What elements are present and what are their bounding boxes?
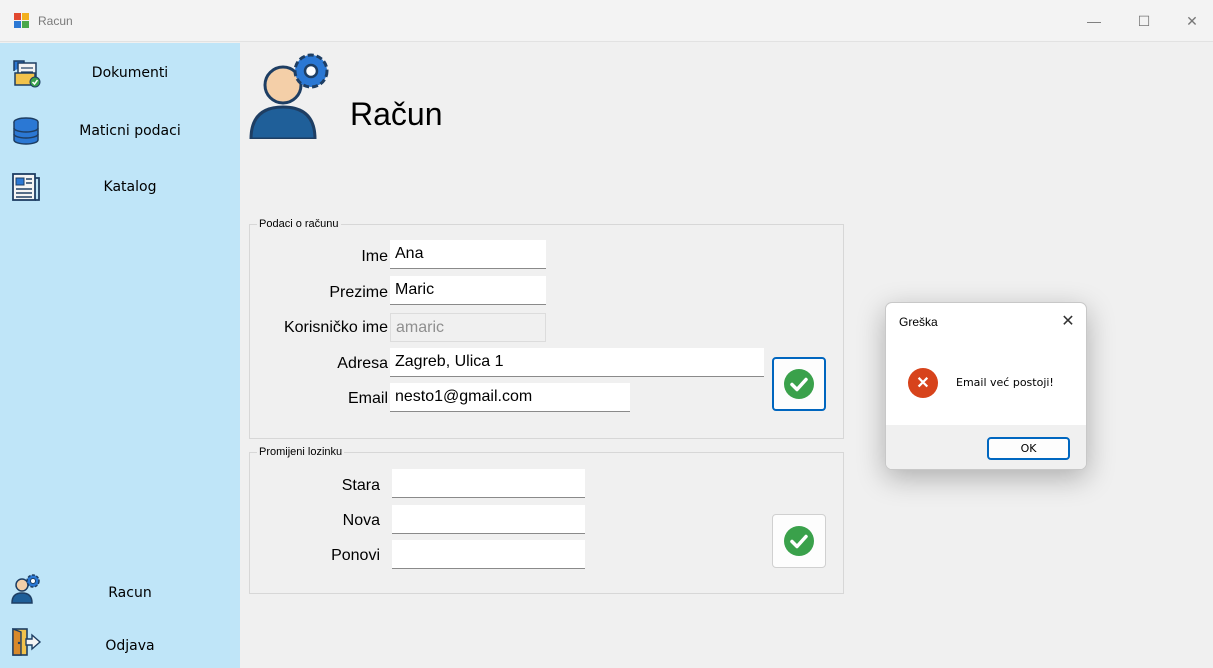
- dialog-title: Greška: [899, 315, 938, 329]
- save-account-button[interactable]: [772, 357, 826, 411]
- logout-door-icon: [12, 627, 42, 656]
- dialog-ok-button[interactable]: OK: [987, 437, 1070, 460]
- sidebar: Dokumenti Maticni podaci Katalog Racun O…: [0, 43, 240, 668]
- dialog-message: Email već postoji!: [956, 376, 1054, 389]
- sidebar-item-katalog[interactable]: Katalog: [0, 163, 240, 213]
- sidebar-item-label: Racun: [108, 585, 152, 601]
- adresa-input[interactable]: [390, 348, 764, 377]
- dialog-body: ✕ Email već postoji!: [886, 339, 1086, 426]
- label-email: Email: [347, 390, 388, 407]
- check-circle-icon: [784, 369, 814, 399]
- catalog-icon: [12, 173, 40, 201]
- app-icon: [14, 13, 30, 29]
- sidebar-item-dokumenti[interactable]: Dokumenti: [0, 49, 240, 99]
- check-circle-icon: [784, 526, 814, 556]
- dialog-close-button[interactable]: ✕: [1054, 307, 1082, 335]
- group-legend: Promijeni lozinku: [259, 446, 343, 458]
- sidebar-item-odjava[interactable]: Odjava: [0, 618, 240, 668]
- minimize-button[interactable]: —: [1070, 0, 1118, 42]
- save-password-button[interactable]: [772, 514, 826, 568]
- sidebar-item-maticni-podaci[interactable]: Maticni podaci: [0, 107, 240, 157]
- account-settings-icon: [11, 574, 40, 604]
- label-prezime: Prezime: [329, 284, 388, 301]
- label-ime: Ime: [361, 248, 388, 265]
- maximize-button[interactable]: ☐: [1120, 0, 1168, 42]
- new-password-input[interactable]: [392, 505, 585, 534]
- sidebar-item-label: Odjava: [105, 638, 155, 654]
- old-password-input[interactable]: [392, 469, 585, 498]
- dialog-footer: OK: [886, 425, 1086, 469]
- sidebar-item-label: Maticni podaci: [79, 123, 181, 139]
- group-legend: Podaci o računu: [259, 218, 339, 230]
- error-dialog: Greška ✕ ✕ Email već postoji! OK: [885, 302, 1087, 470]
- korisnicko-ime-input: [390, 313, 546, 342]
- label-nova: Nova: [342, 512, 380, 529]
- page-title: Račun: [350, 96, 443, 132]
- account-settings-icon: [249, 53, 329, 139]
- prezime-input[interactable]: [390, 276, 546, 305]
- database-icon: [13, 117, 39, 145]
- sidebar-item-label: Katalog: [103, 179, 157, 195]
- repeat-password-input[interactable]: [392, 540, 585, 569]
- label-stara: Stara: [341, 477, 380, 494]
- sidebar-item-racun[interactable]: Racun: [0, 565, 240, 615]
- ime-input[interactable]: [390, 240, 546, 269]
- title-bar: Racun — ☐ ✕: [0, 0, 1213, 42]
- window-title: Racun: [38, 14, 73, 28]
- sidebar-item-label: Dokumenti: [91, 65, 169, 81]
- label-ponovi: Ponovi: [331, 547, 380, 564]
- label-adresa: Adresa: [337, 355, 388, 372]
- close-window-button[interactable]: ✕: [1168, 0, 1213, 42]
- email-input[interactable]: [390, 383, 630, 412]
- label-korisnicko-ime: Korisničko ime: [283, 319, 388, 336]
- documents-icon: [13, 60, 41, 88]
- error-icon: ✕: [908, 368, 938, 398]
